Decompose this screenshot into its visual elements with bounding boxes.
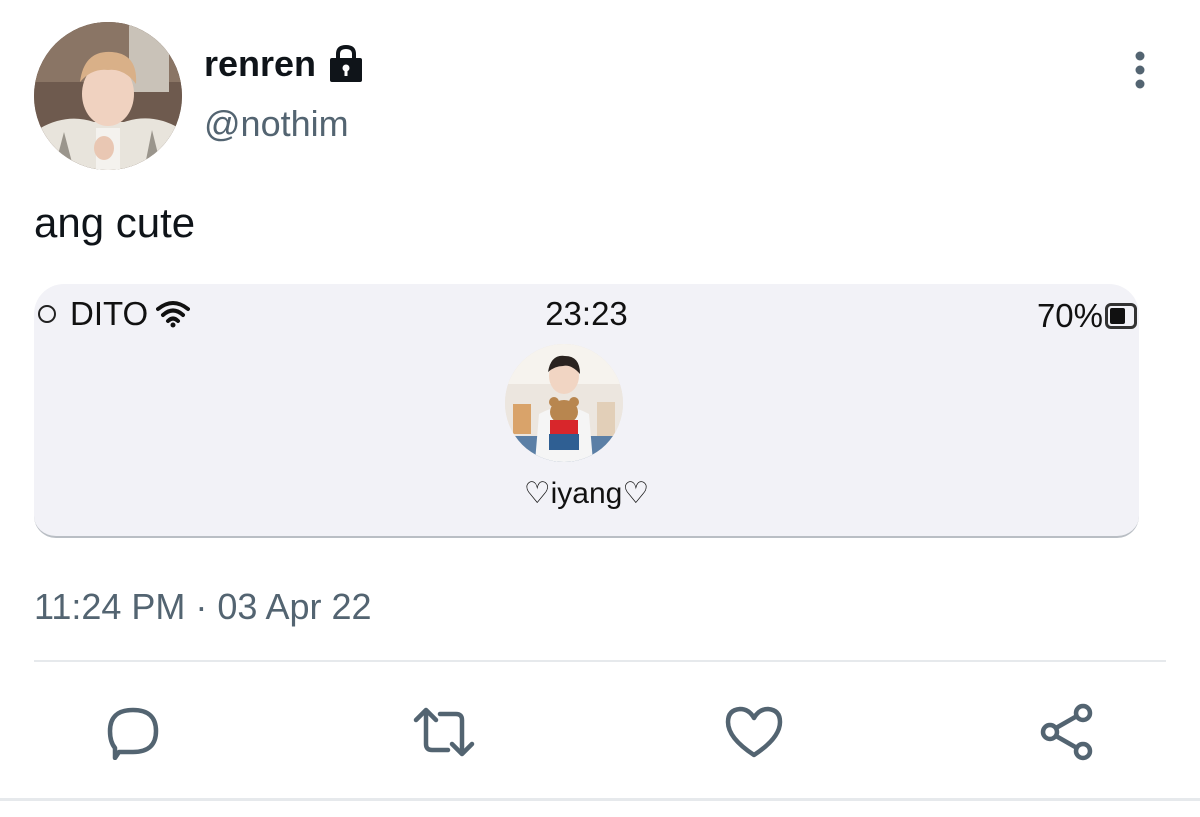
author-handle[interactable]: @nothim xyxy=(204,102,349,146)
retweet-icon xyxy=(413,707,475,757)
status-bar-time: 23:23 xyxy=(545,295,628,332)
author-name[interactable]: renren xyxy=(204,42,366,86)
reply-icon xyxy=(107,707,159,760)
author-avatar[interactable] xyxy=(34,22,182,170)
like-button[interactable] xyxy=(722,700,786,764)
lock-icon xyxy=(326,44,366,84)
status-bar-battery: 70% xyxy=(1037,298,1137,334)
tweet-timestamp[interactable]: 11:24 PM · 03 Apr 22 xyxy=(34,585,372,629)
tweet-text: ang cute xyxy=(34,199,196,246)
battery-icon xyxy=(1105,303,1137,329)
retweet-button[interactable] xyxy=(412,700,476,764)
battery-percent: 70% xyxy=(1036,297,1103,334)
share-icon xyxy=(1040,703,1093,761)
tweet-media[interactable]: DITO 23:23 70% ♡iyang♡ xyxy=(34,284,1139,538)
tweet: renren @nothim ang cute DITO 23:23 70% ♡… xyxy=(0,0,1200,817)
heart-icon xyxy=(725,706,783,758)
divider xyxy=(34,660,1166,662)
bottom-divider xyxy=(0,798,1200,801)
author-name-label: renren xyxy=(204,43,317,84)
contact-avatar-image xyxy=(505,344,623,462)
more-vertical-icon xyxy=(1135,51,1145,89)
contact-avatar xyxy=(505,344,623,462)
more-options-button[interactable] xyxy=(1122,48,1158,92)
contact-name: ♡iyang♡ xyxy=(523,477,650,510)
author-avatar-image xyxy=(34,22,182,170)
share-button[interactable] xyxy=(1035,700,1099,764)
reply-button[interactable] xyxy=(101,700,165,764)
